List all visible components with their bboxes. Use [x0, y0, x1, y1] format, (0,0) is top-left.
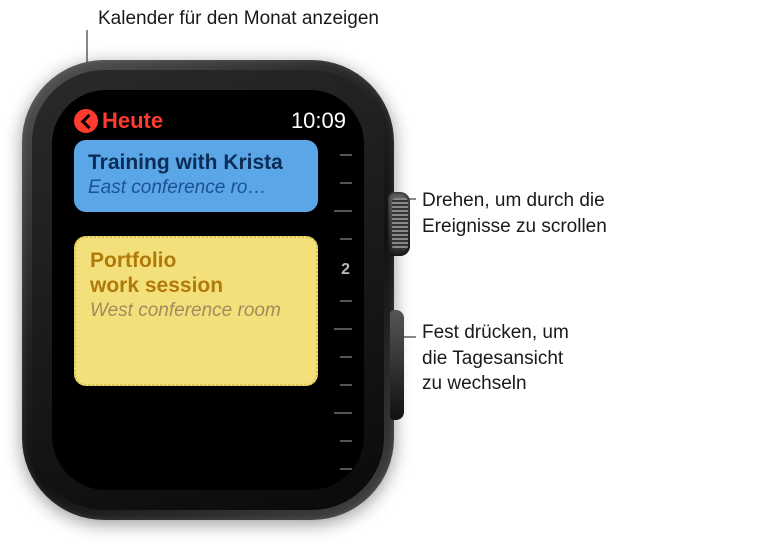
- callout-text: die Tagesansicht: [422, 348, 563, 369]
- time-tick: [340, 300, 352, 302]
- callout-text: Ereignisse zu scrollen: [422, 216, 607, 237]
- digital-crown[interactable]: [388, 192, 410, 256]
- event-title: Training with Krista: [88, 150, 304, 175]
- back-button[interactable]: Heute: [74, 108, 163, 134]
- events-list[interactable]: Training with Krista East conference ro……: [74, 140, 326, 472]
- callout-month-view: Kalender für den Monat anzeigen: [98, 6, 379, 32]
- calendar-event[interactable]: Portfolio work session West conference r…: [74, 236, 318, 386]
- time-tick: [334, 328, 352, 330]
- time-tick: [334, 210, 352, 212]
- calendar-event[interactable]: Training with Krista East conference ro…: [74, 140, 318, 212]
- callout-text: Drehen, um durch die: [422, 190, 605, 211]
- event-location: West conference room: [90, 300, 302, 323]
- chevron-left-icon: [74, 109, 98, 133]
- time-ruler: 2: [326, 140, 352, 472]
- time-tick: [340, 154, 352, 156]
- time-tick: [340, 440, 352, 442]
- status-bar: Heute 10:09: [74, 108, 352, 140]
- time-tick: [340, 384, 352, 386]
- callout-text: zu wechseln: [422, 373, 527, 394]
- event-location: East conference ro…: [88, 177, 304, 200]
- callout-text: Fest drücken, um: [422, 322, 569, 343]
- watch-screen[interactable]: Heute 10:09 Training with Krista East co…: [52, 90, 364, 490]
- calendar-day-view[interactable]: Training with Krista East conference ro……: [74, 140, 352, 472]
- back-label: Heute: [102, 108, 163, 134]
- time-tick: [340, 356, 352, 358]
- hour-label: 2: [341, 261, 350, 279]
- time-tick: [340, 238, 352, 240]
- time-tick: [340, 182, 352, 184]
- callout-crown-scroll: Drehen, um durch die Ereignisse zu scrol…: [422, 188, 607, 239]
- event-title: Portfolio work session: [90, 248, 302, 298]
- clock-time: 10:09: [291, 108, 346, 134]
- time-tick: [334, 412, 352, 414]
- time-tick: [340, 468, 352, 470]
- apple-watch: Heute 10:09 Training with Krista East co…: [22, 60, 394, 520]
- callout-force-press: Fest drücken, um die Tagesansicht zu wec…: [422, 320, 569, 397]
- side-button[interactable]: [390, 310, 404, 420]
